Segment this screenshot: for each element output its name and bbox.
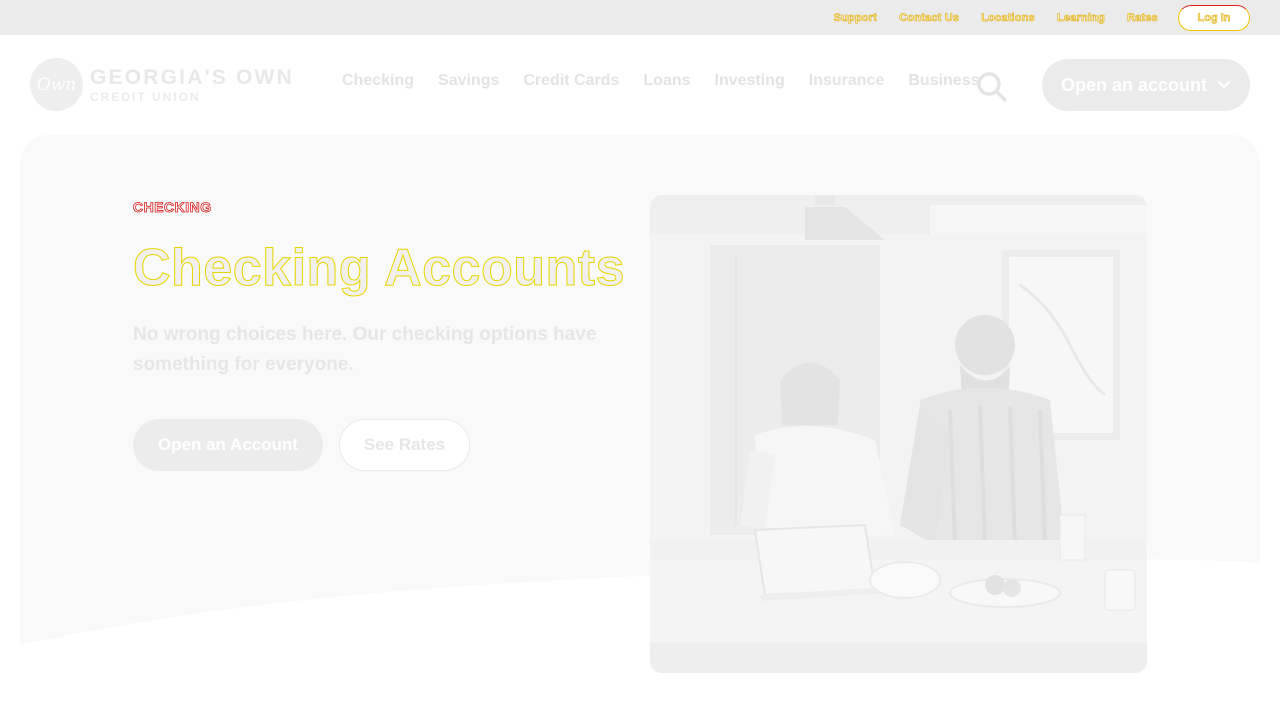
logo-name: GEORGIA'S OWN [90, 65, 294, 89]
nav-item-checking[interactable]: Checking [342, 72, 414, 90]
logo-subtitle: CREDIT UNION [90, 89, 201, 104]
open-account-label: Open an account [1060, 74, 1208, 95]
nav-item-business[interactable]: Business [908, 72, 979, 90]
nav-item-savings[interactable]: Savings [438, 72, 499, 90]
open-account-dropdown-button[interactable]: Open an account [1042, 59, 1250, 111]
logo-mark: Own [30, 58, 83, 111]
nav-item-insurance[interactable]: Insurance [809, 72, 885, 90]
nav-item-credit-cards[interactable]: Credit Cards [523, 72, 619, 90]
utility-bar: Support Contact Us Locations Learning Ra… [0, 0, 1280, 35]
page-title: Checking Accounts [133, 239, 626, 298]
utility-link-locations[interactable]: Locations [981, 11, 1035, 24]
hero-eyebrow: CHECKING [133, 199, 212, 216]
hero-image [650, 195, 1147, 673]
logo-text: GEORGIA'S OWN CREDIT UNION [90, 67, 294, 103]
nav-item-loans[interactable]: Loans [643, 72, 690, 90]
utility-link-learning[interactable]: Learning [1057, 11, 1105, 24]
login-button[interactable]: Log In [1178, 4, 1250, 31]
nav-item-investing[interactable]: Investing [715, 72, 785, 90]
utility-link-rates[interactable]: Rates [1127, 11, 1158, 24]
utility-link-support[interactable]: Support [833, 11, 877, 24]
utility-link-contact[interactable]: Contact Us [899, 11, 959, 24]
main-nav: Checking Savings Credit Cards Loans Inve… [330, 72, 992, 90]
open-account-button[interactable]: Open an Account [133, 419, 323, 471]
see-rates-button[interactable]: See Rates [339, 419, 470, 471]
logo[interactable]: Own GEORGIA'S OWN CREDIT UNION [30, 58, 294, 111]
chevron-down-icon [1217, 80, 1231, 89]
utility-links: Support Contact Us Locations Learning Ra… [812, 0, 1250, 35]
search-icon[interactable] [976, 71, 1008, 103]
hero-description: No wrong choices here. Our checking opti… [133, 324, 597, 375]
